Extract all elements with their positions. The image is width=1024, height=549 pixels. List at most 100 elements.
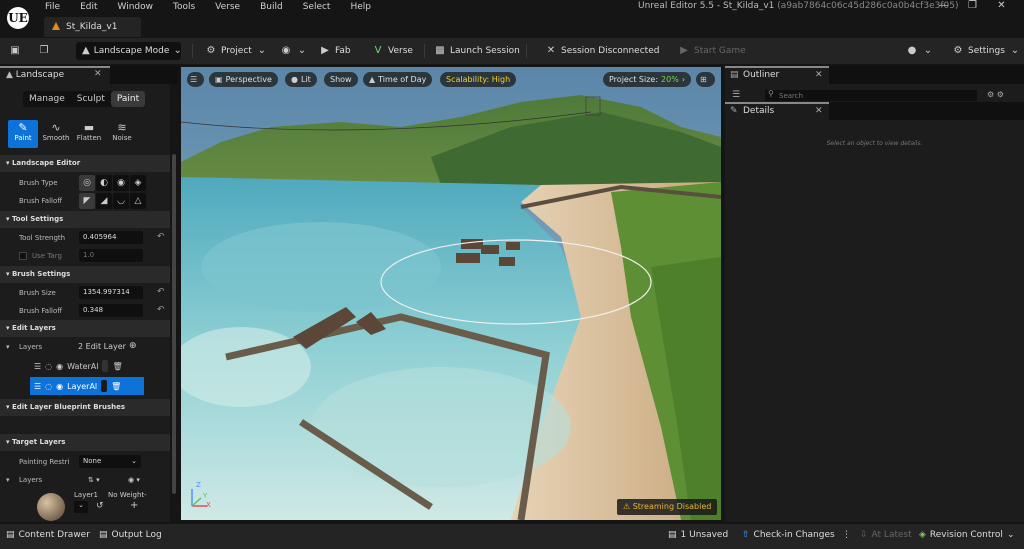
perspective-button[interactable]: ▣ Perspective xyxy=(209,72,278,87)
output-log-button[interactable]: ▤ Output Log xyxy=(99,530,162,540)
lock-icon[interactable]: ◌ xyxy=(45,382,52,391)
outliner-tab[interactable]: ▤ Outliner ✕ xyxy=(725,66,829,84)
verse-button[interactable]: V Verse xyxy=(372,42,413,60)
fab-button[interactable]: ▶ Fab xyxy=(319,42,350,60)
delete-icon[interactable]: 🗑 xyxy=(111,382,121,391)
more-options-icon[interactable]: ⋮ xyxy=(842,530,851,540)
brush-falloff-input[interactable]: 0.348 xyxy=(79,304,143,317)
collab-button[interactable]: ● ⌄ xyxy=(906,42,934,60)
tool-strength-input[interactable]: 0.405964 xyxy=(79,231,143,244)
lock-icon[interactable]: ◌ xyxy=(45,362,52,371)
falloff-spherical-icon[interactable]: ◡ xyxy=(113,193,129,209)
lit-button[interactable]: ● Lit xyxy=(285,72,317,87)
mode-sculpt[interactable]: Sculpt xyxy=(71,91,111,107)
menu-verse[interactable]: Verse xyxy=(215,2,240,12)
details-tab[interactable]: ✎ Details ✕ xyxy=(725,102,829,120)
sort-icon[interactable]: ⇅ ▾ xyxy=(88,476,100,484)
delete-icon[interactable]: 🗑 xyxy=(112,362,122,371)
tool-smooth[interactable]: ∿ Smooth xyxy=(41,120,71,148)
menu-edit[interactable]: Edit xyxy=(80,2,97,12)
settings-button[interactable]: ⚙ Settings ⌄ xyxy=(952,42,1021,60)
brush-alpha-icon[interactable]: ◐ xyxy=(96,175,112,191)
reset-icon[interactable]: ↶ xyxy=(157,287,165,297)
visibility-icon[interactable]: ◉ ▾ xyxy=(128,476,140,484)
project-tab[interactable]: St_Kilda_v1 xyxy=(44,17,141,37)
menu-select[interactable]: Select xyxy=(303,2,331,12)
edit-layers-toggle[interactable]: ▾ xyxy=(6,343,10,351)
outliner-search-input[interactable] xyxy=(765,90,977,101)
use-target-input[interactable]: 1.0 xyxy=(79,249,143,262)
menu-file[interactable]: File xyxy=(45,2,60,12)
panel-scrollbar-thumb[interactable] xyxy=(172,154,176,494)
tool-noise[interactable]: ≋ Noise xyxy=(107,120,137,148)
section-blueprint-brushes[interactable]: ▾ Edit Layer Blueprint Brushes xyxy=(0,399,170,416)
section-brush-settings[interactable]: ▾ Brush Settings xyxy=(0,266,170,283)
brush-size-input[interactable]: 1354.997314 xyxy=(79,286,143,299)
outliner-filter-icon[interactable]: ☰ xyxy=(732,90,740,100)
eye-icon[interactable]: ◉ xyxy=(56,362,63,371)
menu-help[interactable]: Help xyxy=(350,2,371,12)
section-edit-layers[interactable]: ▾ Edit Layers xyxy=(0,320,170,337)
launch-session-button[interactable]: ▩ Launch Session xyxy=(434,42,520,60)
section-tool-settings[interactable]: ▾ Tool Settings xyxy=(0,211,170,228)
mode-manage[interactable]: Manage xyxy=(23,91,71,107)
check-in-button[interactable]: ⇧ Check-in Changes xyxy=(742,530,835,540)
revision-control-button[interactable]: ◈ Revision Control ⌄ xyxy=(919,530,1014,540)
falloff-tip-icon[interactable]: △ xyxy=(130,193,146,209)
falloff-smooth-icon[interactable]: ◤ xyxy=(79,193,95,209)
content-drawer-button[interactable]: ▤ Content Drawer xyxy=(6,530,90,540)
eye-icon[interactable]: ◉ xyxy=(56,382,63,391)
close-icon[interactable]: ✕ xyxy=(987,0,1016,11)
painting-restriction-dropdown[interactable]: None ⌄ xyxy=(79,455,141,468)
streaming-status[interactable]: ⚠ Streaming Disabled xyxy=(617,499,718,515)
outliner-options-icon[interactable]: ⚙ ⚙ xyxy=(987,90,1004,99)
layer-alpha-slider[interactable] xyxy=(101,380,108,392)
content-button[interactable]: ❐ xyxy=(38,42,50,60)
section-landscape-editor[interactable]: ▾ Landscape Editor xyxy=(0,155,170,172)
time-of-day-button[interactable]: ▲ Time of Day xyxy=(363,72,433,87)
menu-build[interactable]: Build xyxy=(260,2,283,12)
layer-alpha-slider[interactable] xyxy=(102,360,109,372)
close-tab-icon[interactable]: ✕ xyxy=(815,104,823,119)
show-button[interactable]: Show xyxy=(324,72,358,87)
at-latest-button[interactable]: ⇩ At Latest xyxy=(860,530,912,540)
viewport-layout-button[interactable]: ⊞ xyxy=(696,72,715,87)
project-button[interactable]: ⚙ Project ⌄ xyxy=(205,42,268,60)
menu-window[interactable]: Window xyxy=(118,2,154,12)
menu-tools[interactable]: Tools xyxy=(173,2,195,12)
mode-paint[interactable]: Paint xyxy=(110,91,146,107)
level-viewport[interactable]: ☰ ▣ Perspective ● Lit Show ▲ Time of Day… xyxy=(181,67,721,520)
reset-icon[interactable]: ↶ xyxy=(157,232,165,242)
target-layers-toggle[interactable]: ▾ xyxy=(6,476,10,484)
unreal-logo-icon[interactable]: UE xyxy=(7,7,29,29)
save-button[interactable]: ▣ xyxy=(9,42,21,60)
use-target-checkbox[interactable] xyxy=(19,252,27,260)
close-tab-icon[interactable]: ✕ xyxy=(815,68,823,83)
close-tab-icon[interactable]: ✕ xyxy=(94,69,102,79)
layer-dropdown-icon[interactable]: ⌄ xyxy=(74,501,88,513)
viewport-menu-button[interactable]: ☰ xyxy=(187,72,204,87)
minimize-icon[interactable]: — xyxy=(929,0,958,11)
falloff-linear-icon[interactable]: ◢ xyxy=(96,193,112,209)
brush-pattern-icon[interactable]: ◉ xyxy=(113,175,129,191)
edit-layer-item-selected[interactable]: ☰ ◌ ◉ LayerAl 🗑 xyxy=(30,377,144,395)
browse-icon[interactable]: ↺ xyxy=(96,501,104,511)
unsaved-button[interactable]: ▤ 1 Unsaved xyxy=(668,530,728,540)
brush-circle-icon[interactable]: ◎ xyxy=(79,175,95,191)
scalability-button[interactable]: Scalability: High xyxy=(440,72,517,87)
add-actor-icon: ◉ xyxy=(281,45,291,56)
restore-icon[interactable]: ❐ xyxy=(958,0,987,11)
brush-component-icon[interactable]: ◈ xyxy=(130,175,146,191)
add-icon[interactable]: + xyxy=(130,500,138,511)
edit-layer-item[interactable]: ☰ ◌ ◉ WaterAl 🗑 xyxy=(30,357,144,375)
target-layer-item[interactable]: Layer1 No Weight- ⌄ ↺ + xyxy=(30,490,150,522)
tool-paint[interactable]: ✎ Paint xyxy=(8,120,38,148)
add-content-button[interactable]: ◉ ⌄ xyxy=(280,42,308,60)
add-layer-icon[interactable]: ⊕ xyxy=(129,341,137,351)
section-target-layers[interactable]: ▾ Target Layers xyxy=(0,434,170,451)
mode-dropdown[interactable]: ▲ Landscape Mode ⌄ xyxy=(76,42,182,60)
reset-icon[interactable]: ↶ xyxy=(157,305,165,315)
tool-flatten[interactable]: ▬ Flatten xyxy=(74,120,104,148)
project-size-button[interactable]: Project Size: 20% › xyxy=(603,72,692,87)
start-game-button[interactable]: ▶ Start Game xyxy=(678,42,746,60)
